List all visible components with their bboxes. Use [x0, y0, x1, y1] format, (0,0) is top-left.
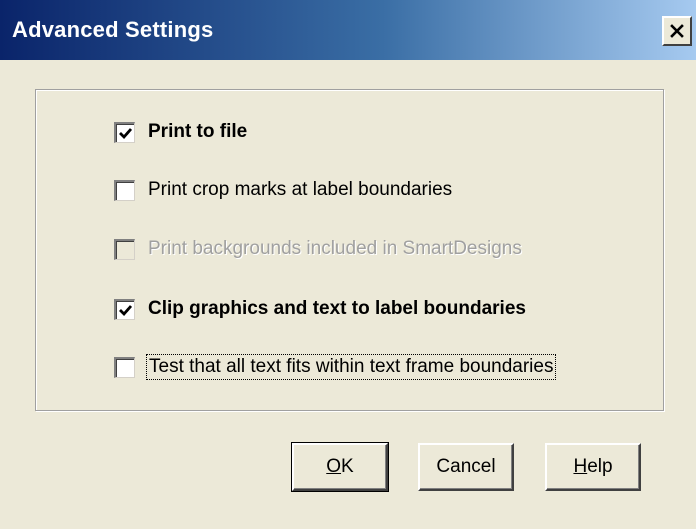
cancel-button-label: Cancel	[436, 456, 496, 477]
checkmark-icon	[119, 304, 133, 316]
ok-mnemonic: O	[326, 456, 342, 477]
print-to-file-option[interactable]: Print to file	[114, 120, 247, 144]
ok-rest: K	[341, 456, 354, 477]
test-text-fits-checkbox[interactable]	[114, 356, 135, 378]
clip-graphics-option[interactable]: Clip graphics and text to label boundari…	[114, 297, 526, 321]
close-button[interactable]	[662, 16, 692, 46]
print-backgrounds-option: Print backgrounds included in SmartDesig…	[114, 237, 522, 261]
help-mnemonic: H	[573, 456, 588, 477]
print-backgrounds-checkbox	[114, 238, 135, 260]
test-text-fits-option[interactable]: Test that all text fits within text fram…	[114, 354, 557, 380]
ok-button-label: OK	[326, 456, 353, 478]
cancel-button[interactable]: Cancel	[418, 443, 514, 491]
advanced-settings-dialog: Advanced Settings Print to file Print cr…	[0, 0, 696, 529]
print-backgrounds-label: Print backgrounds included in SmartDesig…	[148, 238, 522, 259]
dialog-title: Advanced Settings	[12, 17, 214, 42]
help-button[interactable]: Help	[545, 443, 641, 491]
help-button-label: Help	[573, 456, 612, 478]
print-to-file-checkbox[interactable]	[114, 121, 135, 143]
print-crop-marks-option[interactable]: Print crop marks at label boundaries	[114, 178, 452, 202]
help-rest: elp	[587, 456, 613, 477]
print-to-file-label: Print to file	[148, 121, 248, 142]
clip-graphics-label: Clip graphics and text to label boundari…	[148, 298, 526, 319]
print-crop-marks-checkbox[interactable]	[114, 179, 135, 201]
test-text-fits-label: Test that all text fits within text fram…	[145, 354, 557, 380]
print-crop-marks-label: Print crop marks at label boundaries	[148, 179, 453, 200]
clip-graphics-checkbox[interactable]	[114, 298, 135, 320]
ok-button[interactable]: OK	[291, 442, 389, 492]
checkmark-icon	[119, 127, 133, 139]
close-icon	[670, 24, 684, 38]
title-bar[interactable]: Advanced Settings	[0, 0, 696, 60]
